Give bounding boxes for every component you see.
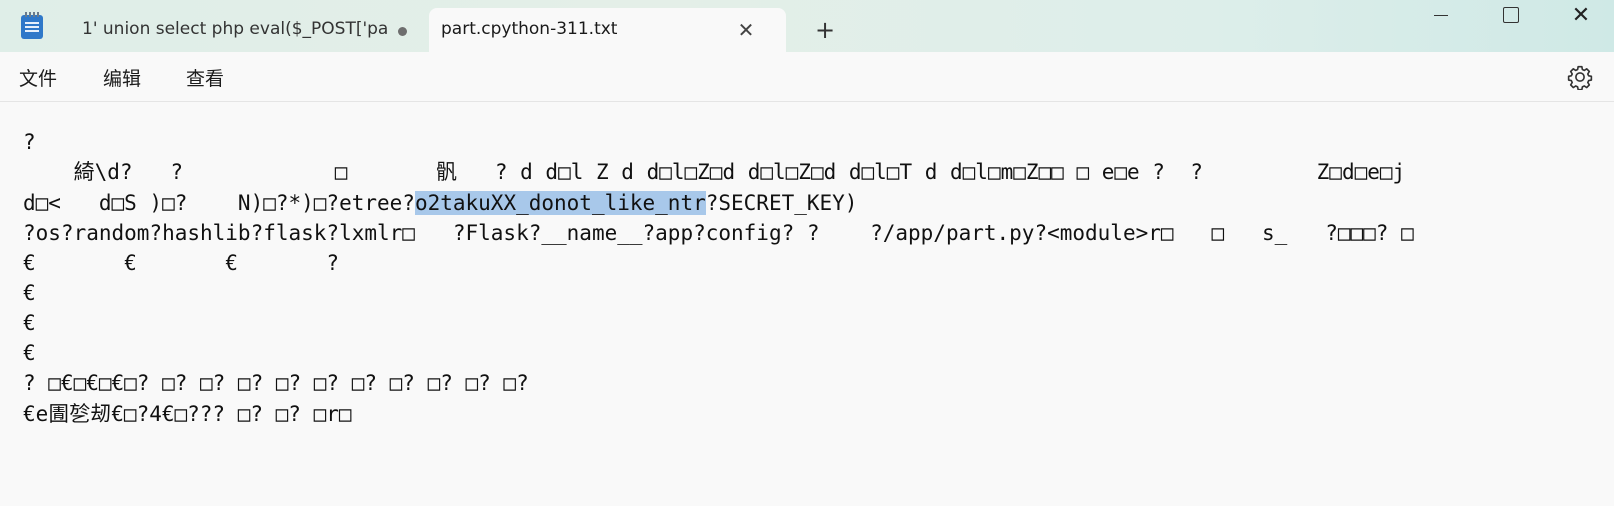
tab-unsaved-document[interactable]: 1' union select php eval($_POST['pa — [60, 8, 425, 52]
editor-line: € — [23, 281, 36, 305]
plus-icon: + — [814, 16, 836, 44]
editor-line: 綺\d? ? □ 骪 ? d d□l Z d d□l□Z□d d□l□Z□d d… — [23, 160, 1406, 184]
maximize-button[interactable] — [1476, 0, 1546, 30]
tab-part-cpython[interactable]: part.cpython-311.txt ✕ — [429, 8, 786, 52]
text-editor-area[interactable]: ? 綺\d? ? □ 骪 ? d d□l Z d d□l□Z□d d□l□Z□d… — [0, 103, 1614, 506]
editor-line: ?os?random?hashlib?flask?lxmlr□ ?Flask?_… — [23, 221, 1414, 245]
window-close-icon: ✕ — [1571, 2, 1591, 28]
selected-text[interactable]: o2takuXX_donot_like_ntr — [414, 191, 706, 215]
editor-line: d□< d□S )□? N)□?*)□?etree?o2takuXX_donot… — [23, 188, 857, 218]
close-tab-button[interactable]: ✕ — [734, 18, 758, 42]
window-close-button[interactable]: ✕ — [1546, 0, 1614, 30]
menu-bar: 文件 编辑 查看 — [0, 52, 1614, 102]
editor-line: €e圊乻刼€□?4€□??? □? □? □r□ — [23, 402, 352, 426]
menu-edit[interactable]: 编辑 — [103, 64, 141, 91]
minimize-button[interactable] — [1406, 0, 1476, 30]
tab-label: 1' union select php eval($_POST['pa — [82, 19, 389, 39]
menu-file[interactable]: 文件 — [19, 64, 57, 91]
tab-label: part.cpython-311.txt — [441, 19, 618, 39]
menu-view[interactable]: 查看 — [186, 64, 224, 91]
title-bar: 1' union select php eval($_POST['pa part… — [0, 0, 1614, 52]
editor-line: € — [23, 341, 36, 365]
editor-line: € € € ? — [23, 251, 340, 275]
new-tab-button[interactable]: + — [811, 16, 839, 44]
editor-line: € — [23, 311, 36, 335]
close-icon: ✕ — [737, 18, 755, 42]
editor-line: ? □€□€□€□? □? □? □? □? □? □? □? □? □? □? — [23, 371, 529, 395]
editor-line: ? — [23, 130, 36, 154]
gear-icon[interactable] — [1567, 64, 1593, 90]
line-text: d□< d□S )□? N)□?*)□?etree? — [23, 191, 415, 215]
line-text: ?SECRET_KEY) — [705, 191, 858, 215]
modified-dot-icon[interactable] — [392, 21, 412, 41]
notepad-app-icon — [21, 12, 43, 39]
